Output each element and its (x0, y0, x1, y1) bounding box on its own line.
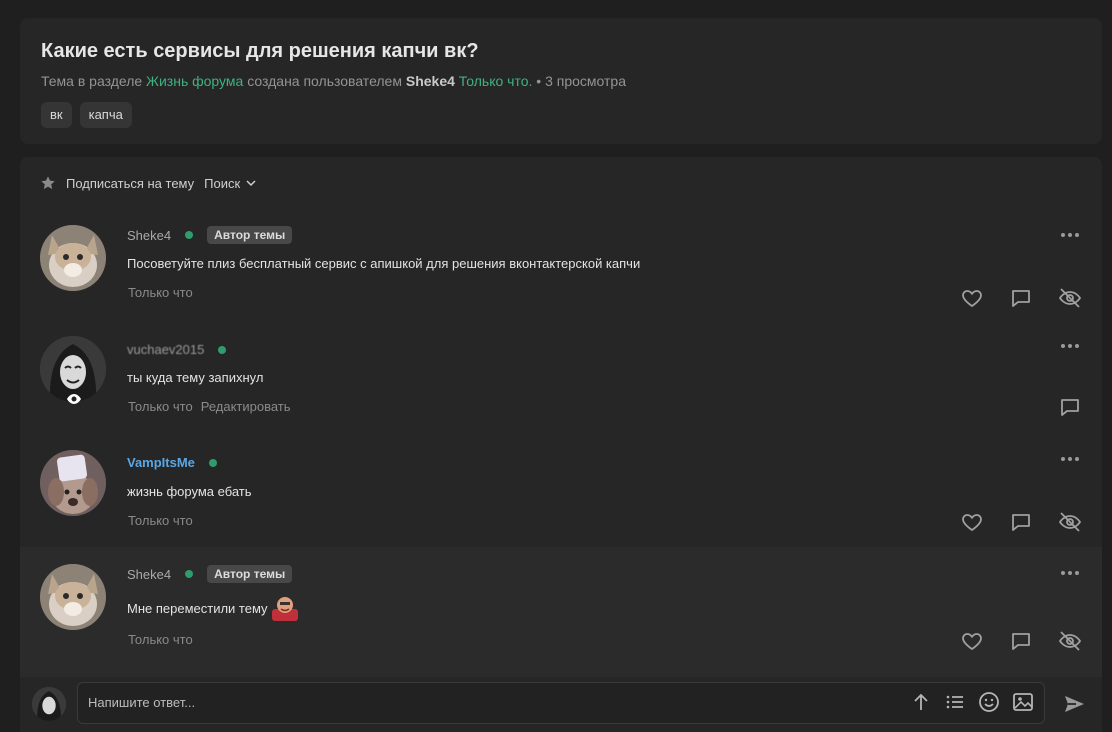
avatar[interactable] (40, 564, 106, 630)
post-actions (1058, 395, 1082, 419)
thread-header: Какие есть сервисы для решения капчи вк?… (20, 18, 1102, 144)
star-icon (41, 176, 55, 190)
reply-comment-icon[interactable] (1058, 395, 1082, 419)
post-author-row: Sheke4 Автор темы (127, 226, 293, 244)
post-text: Посоветуйте плиз бесплатный сервис с апи… (127, 256, 641, 271)
post-author[interactable]: Sheke4 (127, 228, 171, 243)
online-indicator (208, 458, 217, 467)
cat-avatar-image (40, 225, 106, 291)
thread-author-badge: Автор темы (207, 565, 293, 583)
post-time[interactable]: Только что (128, 399, 193, 414)
thread-views: • 3 просмотра (536, 73, 626, 89)
meta-created-by: создана пользователем (247, 73, 402, 89)
send-icon[interactable] (1063, 693, 1085, 715)
posts-container: Подписаться на тему Поиск Sheke4 Автор т… (20, 157, 1102, 677)
list-format-icon[interactable] (944, 691, 966, 713)
chevron-down-icon (246, 180, 256, 187)
more-options-icon[interactable] (1060, 343, 1080, 349)
reply-placeholder: Напишите ответ... (88, 695, 196, 710)
section-link[interactable]: Жизнь форума (146, 73, 243, 89)
subscribe-button[interactable]: Подписаться на тему (66, 176, 194, 191)
eye-icon (67, 394, 81, 404)
reply-comment-icon[interactable] (1009, 510, 1033, 534)
post-meta: Только что (128, 285, 193, 300)
post-time[interactable]: Только что (128, 513, 193, 528)
post-actions (960, 286, 1082, 310)
tag-list: вк капча (41, 102, 1081, 128)
like-heart-icon[interactable] (960, 286, 984, 310)
post: VampItsMe жизнь форума ебать Только что (20, 441, 1102, 547)
tag[interactable]: вк (41, 102, 72, 128)
thread-author-badge: Автор темы (207, 226, 293, 244)
post-meta: Только что (128, 513, 193, 528)
face-emoji-sticker (271, 597, 298, 621)
thread-author-link[interactable]: Sheke4 (406, 73, 455, 89)
reply-comment-icon[interactable] (1009, 286, 1033, 310)
arrow-up-icon[interactable] (910, 691, 932, 713)
post-actions (960, 629, 1082, 653)
edit-link[interactable]: Редактировать (201, 399, 291, 414)
more-options-icon[interactable] (1060, 456, 1080, 462)
post-author[interactable]: vuchaev2015 (127, 342, 204, 357)
dog-avatar-image (40, 450, 106, 516)
thread-meta: Тема в разделе Жизнь форума создана поль… (41, 72, 1081, 90)
hooded-mask-avatar-image (32, 687, 66, 721)
online-indicator (185, 231, 194, 239)
post: Sheke4 Автор темы Посоветуйте плиз беспл… (20, 212, 1102, 322)
avatar[interactable] (40, 225, 106, 291)
post: Sheke4 Автор темы Мне переместили тему Т… (20, 547, 1102, 677)
reply-tools (910, 691, 1034, 713)
post-text-content: Мне переместили тему (127, 600, 268, 616)
reply-bar: Напишите ответ... (20, 677, 1102, 732)
emoji-smile-icon[interactable] (978, 691, 1000, 713)
search-dropdown[interactable]: Поиск (204, 176, 256, 191)
post-time[interactable]: Только что (128, 632, 193, 647)
hide-eye-off-icon[interactable] (1058, 510, 1082, 534)
post-author[interactable]: Sheke4 (127, 567, 171, 582)
hide-eye-off-icon[interactable] (1058, 629, 1082, 653)
like-heart-icon[interactable] (960, 629, 984, 653)
meta-prefix: Тема в разделе (41, 73, 143, 89)
post-author-row: vuchaev2015 (127, 342, 227, 357)
post-author-row: VampItsMe (127, 455, 217, 470)
post-meta: Только что (128, 632, 193, 647)
thread-title: Какие есть сервисы для решения капчи вк? (41, 40, 479, 62)
more-options-icon[interactable] (1060, 570, 1080, 576)
post-author[interactable]: VampItsMe (127, 455, 195, 470)
cat-avatar-image (40, 564, 106, 630)
avatar[interactable] (40, 450, 106, 516)
online-indicator (185, 570, 194, 578)
post-time[interactable]: Только что (128, 285, 193, 300)
reply-input[interactable]: Напишите ответ... (77, 682, 1045, 724)
thread-toolbar: Подписаться на тему Поиск (40, 175, 256, 191)
post-author-row: Sheke4 Автор темы (127, 565, 293, 583)
post-text: ты куда тему запихнул (127, 370, 264, 385)
image-insert-icon[interactable] (1012, 691, 1034, 713)
more-options-icon[interactable] (1060, 232, 1080, 238)
thread-time[interactable]: Только что. (459, 73, 533, 89)
post-meta: Только что Редактировать (128, 399, 291, 414)
search-label: Поиск (204, 175, 241, 191)
current-user-avatar[interactable] (32, 687, 66, 721)
like-heart-icon[interactable] (960, 510, 984, 534)
online-indicator (218, 345, 227, 354)
post: vuchaev2015 ты куда тему запихнул Только… (20, 327, 1102, 441)
hide-eye-off-icon[interactable] (1058, 286, 1082, 310)
post-actions (960, 510, 1082, 534)
post-text: жизнь форума ебать (127, 484, 252, 499)
tag[interactable]: капча (79, 102, 132, 128)
post-text: Мне переместили тему (127, 595, 300, 621)
reply-comment-icon[interactable] (1009, 629, 1033, 653)
